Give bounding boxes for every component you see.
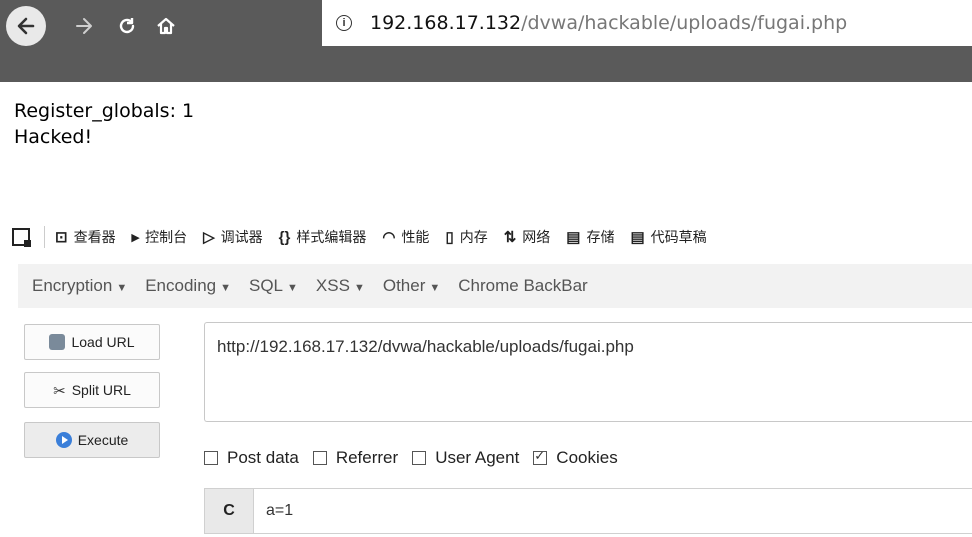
reload-button[interactable] <box>113 12 141 40</box>
reload-icon <box>119 18 135 34</box>
tab-label: 网络 <box>522 229 551 245</box>
checkbox-label: Referrer <box>335 448 399 467</box>
user-agent-checkbox[interactable]: User Agent <box>412 448 519 468</box>
tab-storage[interactable]: ▤ 存储 <box>566 227 614 247</box>
tab-label: 代码草稿 <box>650 229 707 245</box>
page-content: Register_globals: 1 Hacked! <box>14 98 194 150</box>
url-host: 192.168.17.132 <box>370 12 522 34</box>
caret-down-icon: ▼ <box>353 282 365 294</box>
cookie-label: C <box>205 489 254 533</box>
tab-performance[interactable]: ◠ 性能 <box>382 227 429 247</box>
caret-down-icon: ▼ <box>116 282 128 294</box>
menu-label: XSS <box>315 276 350 295</box>
tab-label: 调试器 <box>220 229 263 245</box>
tab-scratchpad[interactable]: ▤ 代码草稿 <box>630 227 706 247</box>
style-editor-icon: {} <box>278 228 291 246</box>
menu-label: SQL <box>249 276 284 295</box>
menu-chrome-backbar[interactable]: Chrome BackBar <box>458 276 587 296</box>
options-row: Post data Referrer User Agent Cookies <box>204 448 632 468</box>
element-picker-icon[interactable] <box>12 228 31 247</box>
caret-down-icon: ▼ <box>220 282 231 294</box>
cookie-input[interactable]: a=1 <box>266 502 293 520</box>
scissors-icon: ✂ <box>53 383 66 400</box>
address-bar[interactable]: i 192.168.17.132/dvwa/hackable/uploads/f… <box>322 0 972 46</box>
register-globals-text: Register_globals: 1 <box>14 100 195 122</box>
play-icon <box>55 432 72 448</box>
referrer-checkbox[interactable]: Referrer <box>312 448 399 468</box>
hackbar-menu: Encryption ▼ Encoding ▼ SQL ▼ XSS ▼ Other ▼ C… <box>18 264 972 308</box>
cookie-field: C a=1 <box>204 488 972 534</box>
console-icon: ▸ <box>131 229 140 246</box>
browser-toolbar: i 192.168.17.132/dvwa/hackable/uploads/f… <box>0 0 972 82</box>
back-button[interactable] <box>6 6 46 46</box>
network-icon: ⇅ <box>503 229 517 246</box>
checkbox-box[interactable] <box>312 451 327 465</box>
tab-inspector[interactable]: ⊡ 查看器 <box>55 227 116 247</box>
tab-label: 控制台 <box>145 229 188 245</box>
tab-label: 查看器 <box>73 229 116 245</box>
menu-label: Other <box>382 276 426 295</box>
devtools-tabbar: ⊡ 查看器 ▸ 控制台 ▷ 调试器 {} 样式编辑器 ◠ 性能 ▯ 内存 ⇅ 网络 ▤ 存储 ▤… <box>0 220 972 254</box>
scratchpad-icon: ▤ <box>630 229 645 246</box>
forward-arrow-icon <box>76 18 92 34</box>
back-arrow-icon <box>17 17 35 35</box>
menu-label: Encryption <box>32 276 113 295</box>
tab-style-editor[interactable]: {} 样式编辑器 <box>279 227 367 247</box>
debugger-icon: ▷ <box>203 229 215 246</box>
checkbox-label: Post data <box>227 448 299 467</box>
tab-label: 性能 <box>401 229 430 245</box>
cookies-checkbox[interactable]: Cookies <box>533 448 618 468</box>
menu-encoding[interactable]: Encoding ▼ <box>145 276 231 296</box>
home-icon <box>157 17 175 35</box>
menu-xss[interactable]: XSS ▼ <box>316 276 365 296</box>
home-button[interactable] <box>152 12 180 40</box>
hacked-text: Hacked! <box>14 126 93 148</box>
url-textarea[interactable]: http://192.168.17.132/dvwa/hackable/uplo… <box>204 322 972 422</box>
caret-down-icon: ▼ <box>429 282 441 294</box>
menu-encryption[interactable]: Encryption ▼ <box>32 276 127 296</box>
checkbox-box[interactable] <box>533 448 548 465</box>
tab-debugger[interactable]: ▷ 调试器 <box>203 227 263 247</box>
post-data-checkbox[interactable]: Post data <box>204 448 299 468</box>
tab-console[interactable]: ▸ 控制台 <box>132 227 188 247</box>
load-url-button[interactable]: Load URL <box>24 324 160 360</box>
button-label: Split URL <box>71 382 131 398</box>
forward-button[interactable] <box>70 12 98 40</box>
menu-sql[interactable]: SQL ▼ <box>249 276 298 296</box>
inspector-icon: ⊡ <box>55 229 68 246</box>
execute-button[interactable]: Execute <box>24 422 160 458</box>
button-label: Load URL <box>71 334 135 350</box>
memory-icon: ▯ <box>445 229 454 246</box>
load-icon <box>49 334 66 350</box>
url-text: 192.168.17.132/dvwa/hackable/uploads/fug… <box>370 12 847 34</box>
split-url-button[interactable]: ✂ Split URL <box>24 372 160 408</box>
checkbox-box[interactable] <box>412 451 427 465</box>
menu-other[interactable]: Other ▼ <box>383 276 440 296</box>
checkbox-label: Cookies <box>556 448 618 467</box>
checkbox-box[interactable] <box>204 451 218 465</box>
storage-icon: ▤ <box>566 229 581 246</box>
menu-label: Encoding <box>145 276 217 295</box>
tab-label: 内存 <box>459 229 488 245</box>
info-icon[interactable]: i <box>336 15 352 31</box>
caret-down-icon: ▼ <box>287 282 298 294</box>
tab-memory[interactable]: ▯ 内存 <box>445 227 487 247</box>
performance-icon: ◠ <box>382 229 396 246</box>
tab-network[interactable]: ⇅ 网络 <box>504 227 551 247</box>
checkbox-label: User Agent <box>435 448 520 467</box>
tab-label: 存储 <box>586 229 615 245</box>
tab-label: 样式编辑器 <box>296 229 367 245</box>
devtools-separator <box>44 226 45 248</box>
button-label: Execute <box>77 432 129 448</box>
url-path: /dvwa/hackable/uploads/fugai.php <box>521 12 848 34</box>
